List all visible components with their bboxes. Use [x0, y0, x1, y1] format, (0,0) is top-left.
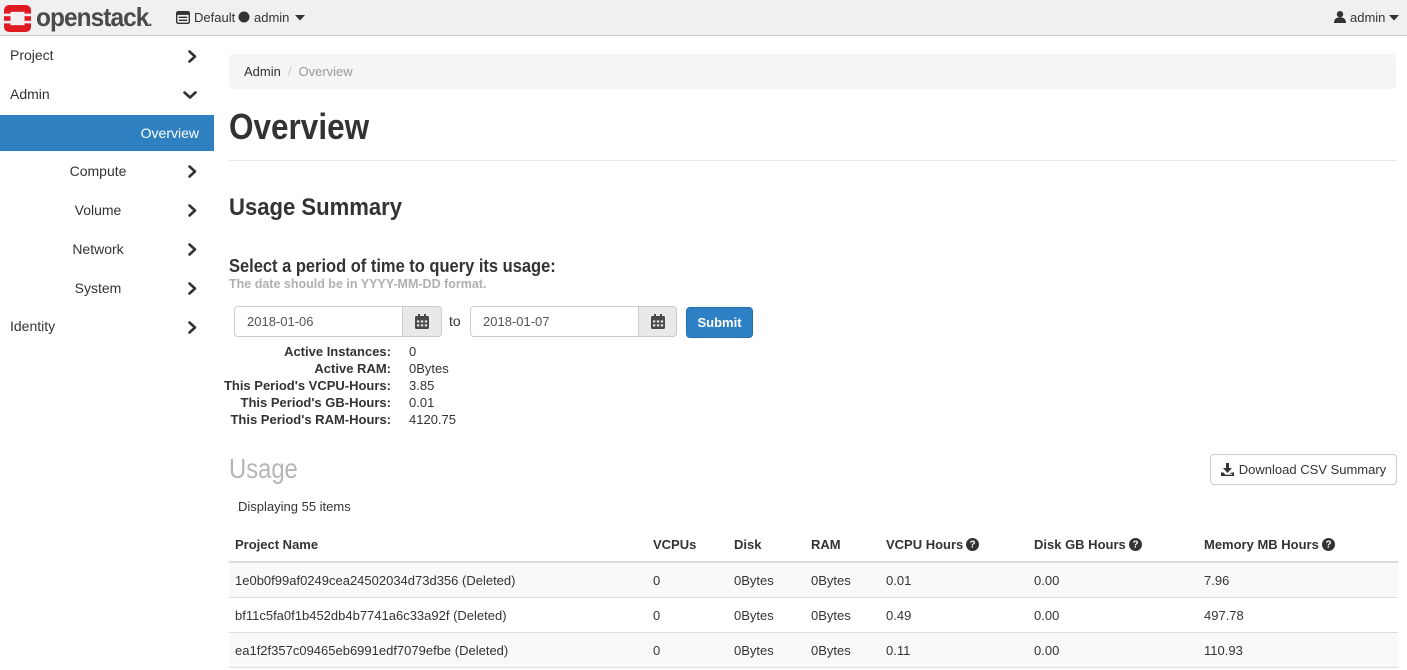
svg-text:?: ?: [1132, 539, 1138, 550]
svg-text:?: ?: [1325, 539, 1331, 550]
svg-text:?: ?: [970, 539, 976, 550]
